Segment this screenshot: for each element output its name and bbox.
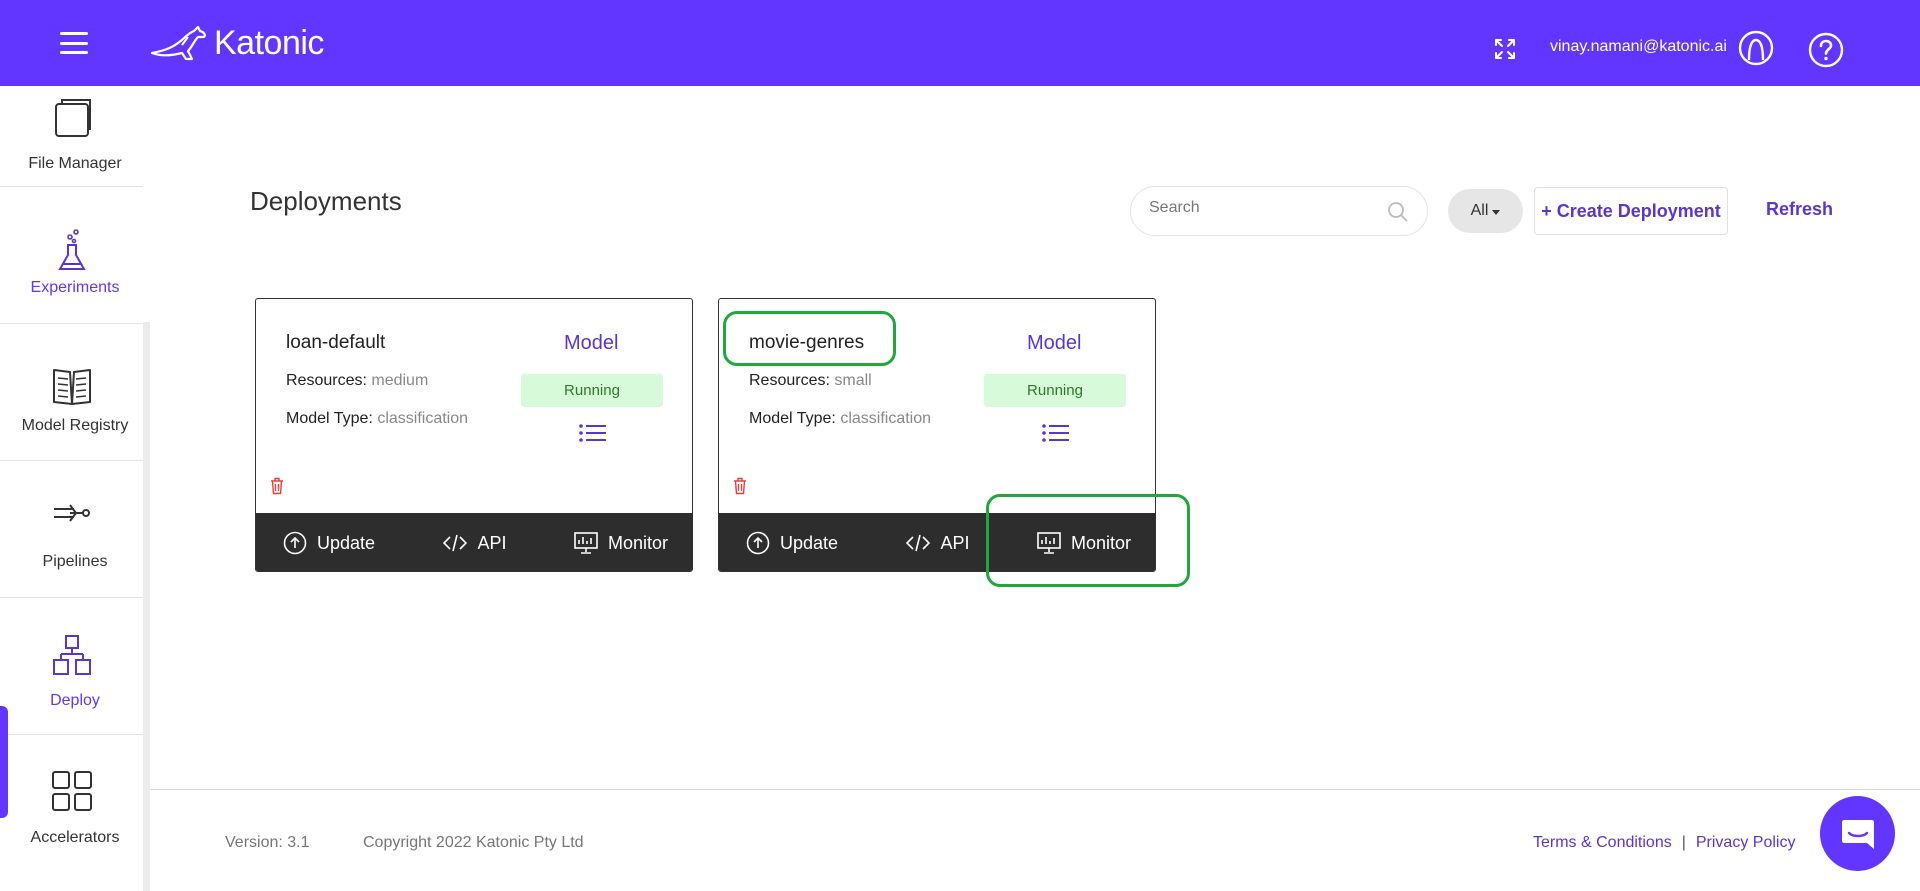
search-icon[interactable]: [1387, 201, 1409, 223]
resources-row: Resources: medium: [286, 372, 428, 390]
code-icon: [906, 534, 931, 552]
update-button[interactable]: Update: [719, 513, 865, 571]
sidebar-item-file-manager[interactable]: File Manager: [0, 50, 143, 187]
version-text: Version: 3.1: [225, 834, 310, 851]
monitor-icon: [1037, 532, 1061, 554]
api-button[interactable]: API: [865, 513, 1011, 571]
deployment-type: Model: [564, 332, 619, 354]
legal-separator: |: [1681, 834, 1686, 851]
hamburger-line: [60, 32, 88, 35]
fullscreen-icon[interactable]: [1493, 37, 1517, 61]
card-actions: Update API Monitor: [256, 513, 692, 571]
deployment-name[interactable]: loan-default: [286, 332, 385, 354]
deployment-name[interactable]: movie-genres: [749, 332, 864, 354]
status-badge: Running: [521, 374, 663, 407]
resources-row: Resources: small: [749, 372, 872, 390]
deployment-type: Model: [1027, 332, 1082, 354]
create-deployment-button[interactable]: + Create Deployment: [1534, 187, 1728, 235]
model-type-label: Model Type:: [286, 410, 373, 427]
refresh-button[interactable]: Refresh: [1766, 199, 1833, 220]
top-header: Katonic vinay.namani@katonic.ai: [0, 0, 1920, 86]
sidebar-item-label: Deploy: [50, 692, 100, 709]
user-email[interactable]: vinay.namani@katonic.ai: [1550, 38, 1727, 56]
upload-icon: [283, 531, 307, 555]
filter-selected-value: All: [1470, 202, 1489, 219]
flask-icon: [58, 229, 86, 270]
sidebar-item-label: Experiments: [30, 279, 120, 296]
sidebar-item-label: Pipelines: [42, 553, 108, 570]
search-box: [1130, 186, 1428, 236]
page-title: Deployments: [250, 186, 402, 216]
deployment-card: loan-default Model Resources: medium Mod…: [255, 298, 693, 572]
sidebar-item-label: Accelerators: [30, 829, 120, 846]
deploy-icon: [53, 635, 91, 675]
sidebar-item-label: Model Registry: [21, 417, 129, 434]
resources-label: Resources:: [749, 372, 830, 389]
code-icon: [443, 534, 468, 552]
sidebar-scrollbar[interactable]: [143, 322, 150, 891]
resources-value: medium: [371, 372, 429, 389]
list-icon[interactable]: [1041, 423, 1069, 443]
folder-icon: [55, 99, 91, 137]
model-type-label: Model Type:: [749, 410, 836, 427]
model-type-row: Model Type: classification: [749, 410, 931, 428]
search-input[interactable]: [1149, 199, 1379, 217]
update-button[interactable]: Update: [256, 513, 402, 571]
user-avatar-icon[interactable]: [1738, 30, 1774, 66]
deployment-card: movie-genres Model Resources: small Mode…: [718, 298, 1156, 572]
sidebar-item-pipelines[interactable]: Pipelines: [0, 461, 143, 598]
api-label: API: [940, 532, 970, 553]
resources-label: Resources:: [286, 372, 367, 389]
monitor-button[interactable]: Monitor: [1011, 513, 1155, 571]
caret-down-icon: [1492, 209, 1501, 215]
katonic-logo[interactable]: Katonic: [148, 20, 324, 66]
help-icon[interactable]: [1808, 32, 1844, 68]
hamburger-line: [60, 41, 88, 45]
sidebar-item-label: File Manager: [28, 155, 122, 172]
monitor-label: Monitor: [1070, 532, 1132, 553]
model-type-row: Model Type: classification: [286, 410, 468, 428]
sidebar-active-indicator: [0, 706, 8, 818]
trash-icon[interactable]: [733, 477, 747, 495]
terms-link[interactable]: Terms & Conditions: [1533, 834, 1672, 851]
monitor-label: Monitor: [607, 532, 669, 553]
list-icon[interactable]: [578, 423, 606, 443]
sidebar-item-deploy[interactable]: Deploy: [0, 598, 143, 735]
copyright-text: Copyright 2022 Katonic Pty Ltd: [363, 834, 584, 851]
upload-icon: [746, 531, 770, 555]
trash-icon[interactable]: [270, 477, 284, 495]
privacy-link[interactable]: Privacy Policy: [1696, 834, 1796, 851]
pipeline-icon: [54, 504, 90, 522]
sidebar-item-experiments[interactable]: Experiments: [0, 187, 143, 324]
monitor-icon: [574, 532, 598, 554]
resources-value: small: [834, 372, 872, 389]
model-type-value: classification: [840, 410, 932, 427]
sidebar: File Manager Experiments Model Registry …: [0, 86, 150, 891]
chat-launcher-button[interactable]: [1820, 796, 1895, 871]
status-filter-dropdown[interactable]: All: [1448, 189, 1523, 233]
logo-text: Katonic: [214, 23, 324, 62]
chat-icon: [1841, 819, 1874, 849]
page-footer: Version: 3.1 Copyright 2022 Katonic Pty …: [150, 789, 1920, 891]
model-type-value: classification: [377, 410, 469, 427]
sidebar-item-model-registry[interactable]: Model Registry: [0, 324, 143, 461]
grid-icon: [52, 771, 92, 811]
update-label: Update: [779, 532, 839, 553]
book-icon: [53, 369, 91, 405]
api-button[interactable]: API: [402, 513, 548, 571]
kangaroo-logo-icon: [150, 25, 206, 61]
status-badge: Running: [984, 374, 1126, 407]
update-label: Update: [316, 532, 376, 553]
sidebar-item-accelerators[interactable]: Accelerators: [0, 735, 143, 872]
api-label: API: [477, 532, 507, 553]
legal-links: Terms & Conditions | Privacy Policy: [1533, 834, 1795, 852]
card-actions: Update API Monitor: [719, 513, 1155, 571]
monitor-button[interactable]: Monitor: [548, 513, 692, 571]
